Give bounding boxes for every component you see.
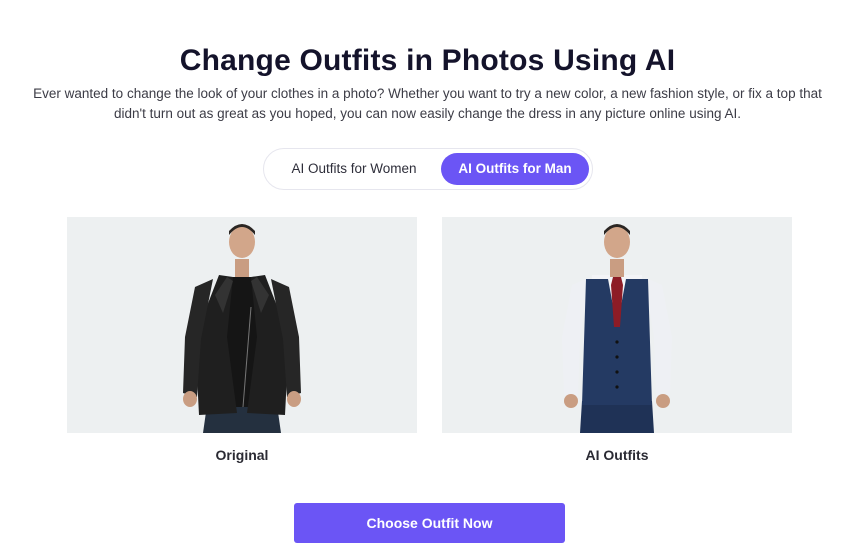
original-photo — [67, 217, 417, 433]
ai-outfits-caption: AI Outfits — [585, 447, 649, 463]
choose-outfit-button[interactable]: Choose Outfit Now — [294, 503, 565, 543]
tab-men-outfits[interactable]: AI Outfits for Man — [441, 153, 589, 185]
man-leather-jacket-image — [183, 224, 301, 433]
page-description: Ever wanted to change the look of your c… — [33, 86, 822, 121]
man-vest-tie-image — [562, 224, 672, 433]
page-title: Change Outfits in Photos Using AI — [179, 44, 676, 78]
original-caption: Original — [215, 447, 269, 463]
ai-outfit-photo — [442, 217, 792, 433]
tab-women-outfits[interactable]: AI Outfits for Women — [270, 153, 438, 185]
outfit-category-tabs: AI Outfits for Women AI Outfits for Man — [263, 148, 593, 190]
